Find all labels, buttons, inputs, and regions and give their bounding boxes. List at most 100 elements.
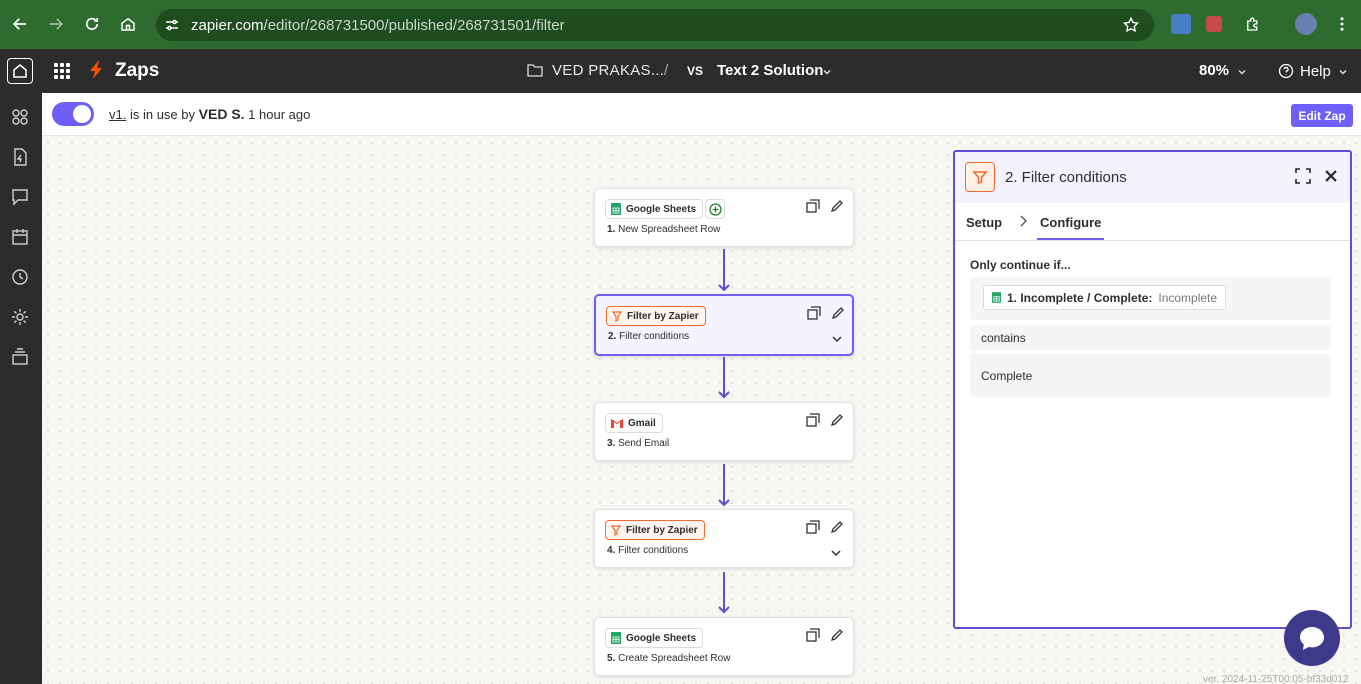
- step-card-2[interactable]: Filter by Zapier 2. Filter conditions: [594, 294, 854, 356]
- toggle-knob: [73, 105, 91, 123]
- settings-gear-icon[interactable]: [10, 307, 30, 327]
- profile-avatar[interactable]: [1295, 13, 1317, 35]
- edit-zap-button[interactable]: Edit Zap: [1291, 104, 1353, 127]
- in-use-text: is in use by: [129, 107, 196, 122]
- duplicate-icon[interactable]: [806, 413, 820, 427]
- plus-circle-icon: [708, 202, 722, 216]
- status-text: v1. is in use by VED S. 1 hour ago: [109, 106, 310, 122]
- comment-icon[interactable]: [10, 187, 30, 207]
- time-ago: 1 hour ago: [248, 107, 311, 122]
- step-app-name: Filter by Zapier: [627, 310, 699, 322]
- step-app-name: Google Sheets: [626, 632, 697, 644]
- duplicate-icon[interactable]: [806, 628, 820, 642]
- app-grid-icon[interactable]: [54, 63, 70, 79]
- browser-menu-icon[interactable]: [1330, 12, 1354, 36]
- chevron-right-icon: [1020, 215, 1027, 227]
- gmail-icon: [611, 418, 623, 428]
- expand-chevron-down-icon[interactable]: [830, 547, 842, 559]
- step-card-1[interactable]: Google Sheets 1. New Spreadsheet Row: [594, 188, 854, 247]
- apps-icon[interactable]: [10, 107, 30, 127]
- step-app-chip: Filter by Zapier: [605, 520, 705, 540]
- field-pill[interactable]: 1. Incomplete / Complete: Incomplete: [983, 285, 1227, 310]
- value-box[interactable]: Complete: [970, 354, 1331, 397]
- zoom-level[interactable]: 80%: [1199, 62, 1229, 79]
- active-tab-indicator: [1037, 238, 1104, 240]
- user-name: VED S.: [198, 106, 245, 122]
- step-app-chip: Filter by Zapier: [606, 306, 706, 326]
- expand-chevron-down-icon[interactable]: [831, 333, 843, 345]
- connector-arrow-icon: [718, 499, 730, 507]
- edit-pencil-icon[interactable]: [830, 628, 844, 642]
- reload-icon[interactable]: [80, 12, 104, 36]
- filter-icon: [611, 525, 621, 536]
- breadcrumb-separator: /: [664, 62, 669, 79]
- field-sample-value: Incomplete: [1158, 290, 1218, 305]
- address-bar[interactable]: zapier.com/editor/268731500/published/26…: [156, 9, 1154, 41]
- folder-icon: [527, 64, 543, 77]
- panel-filter-icon: [965, 162, 995, 192]
- extension-translate-icon[interactable]: [1171, 14, 1191, 34]
- calendar-icon[interactable]: [10, 227, 30, 247]
- versions-stack-icon[interactable]: [10, 347, 30, 367]
- panel-header: 2. Filter conditions: [955, 152, 1350, 203]
- zap-bolt-icon: [90, 61, 102, 79]
- build-version: ver. 2024-11-25T00:05-bf33d012: [1203, 674, 1349, 684]
- chevron-down-icon[interactable]: [822, 67, 832, 77]
- zap-status-bar: v1. is in use by VED S. 1 hour ago Edit …: [42, 93, 1361, 136]
- folder-name[interactable]: VED PRAKAS...: [552, 62, 664, 79]
- operator-value: contains: [981, 331, 1026, 345]
- tab-configure[interactable]: Configure: [1040, 215, 1101, 230]
- step-title: 5. Create Spreadsheet Row: [607, 653, 731, 664]
- zaps-title[interactable]: Zaps: [115, 60, 159, 82]
- step-card-4[interactable]: Filter by Zapier 4. Filter conditions: [594, 509, 854, 568]
- version-link[interactable]: v1.: [109, 107, 126, 122]
- condition-value: Complete: [981, 369, 1033, 383]
- help-circle-icon[interactable]: [1278, 63, 1294, 79]
- tab-setup[interactable]: Setup: [966, 215, 1002, 230]
- site-settings-icon[interactable]: [164, 17, 180, 33]
- step-app-name: Google Sheets: [626, 203, 697, 215]
- url-text: zapier.com/editor/268731500/published/26…: [191, 17, 565, 34]
- duplicate-icon[interactable]: [806, 199, 820, 213]
- step-title: 2. Filter conditions: [608, 331, 690, 342]
- edit-pencil-icon[interactable]: [830, 520, 844, 534]
- step-card-3[interactable]: Gmail 3. Send Email: [594, 402, 854, 461]
- forward-arrow-icon[interactable]: [44, 12, 68, 36]
- duplicate-icon[interactable]: [806, 520, 820, 534]
- edit-pencil-icon[interactable]: [830, 413, 844, 427]
- google-sheets-icon: [611, 632, 621, 644]
- edit-pencil-icon[interactable]: [831, 306, 845, 320]
- bookmark-star-icon[interactable]: [1122, 16, 1140, 34]
- close-icon[interactable]: [1323, 168, 1339, 184]
- step-app-chip: Gmail: [605, 413, 663, 433]
- step-card-5[interactable]: Google Sheets 5. Create Spreadsheet Row: [594, 617, 854, 676]
- google-sheets-icon: [611, 203, 621, 215]
- maximize-icon[interactable]: [1295, 168, 1311, 184]
- zapier-home-icon[interactable]: [7, 58, 33, 84]
- edit-pencil-icon[interactable]: [830, 199, 844, 213]
- help-label[interactable]: Help: [1300, 63, 1331, 80]
- zoom-chevron-down-icon[interactable]: [1237, 67, 1247, 77]
- home-icon[interactable]: [116, 12, 140, 36]
- left-sidebar: [0, 93, 42, 684]
- operator-box[interactable]: contains: [970, 325, 1331, 350]
- step-app-chip: Google Sheets: [605, 199, 704, 219]
- panel-tabs: Setup Configure: [955, 203, 1350, 241]
- extension-printer-icon[interactable]: [1206, 16, 1222, 32]
- add-step-button[interactable]: [705, 199, 725, 219]
- owner-initials-badge: VS: [686, 64, 703, 78]
- connector-arrow-icon: [718, 391, 730, 399]
- condition-field-box[interactable]: 1. Incomplete / Complete: Incomplete: [970, 277, 1331, 320]
- history-clock-icon[interactable]: [10, 267, 30, 287]
- duplicate-icon[interactable]: [807, 306, 821, 320]
- chat-support-button[interactable]: [1284, 610, 1340, 666]
- zap-file-icon[interactable]: [10, 147, 30, 167]
- zap-on-toggle[interactable]: [52, 102, 94, 126]
- help-chevron-down-icon[interactable]: [1338, 67, 1348, 77]
- connector-arrow-icon: [718, 284, 730, 292]
- back-arrow-icon[interactable]: [8, 12, 32, 36]
- zap-name[interactable]: Text 2 Solution: [717, 62, 823, 79]
- step-title: 3. Send Email: [607, 438, 670, 449]
- extensions-puzzle-icon[interactable]: [1241, 12, 1265, 36]
- google-sheets-icon: [992, 292, 1001, 303]
